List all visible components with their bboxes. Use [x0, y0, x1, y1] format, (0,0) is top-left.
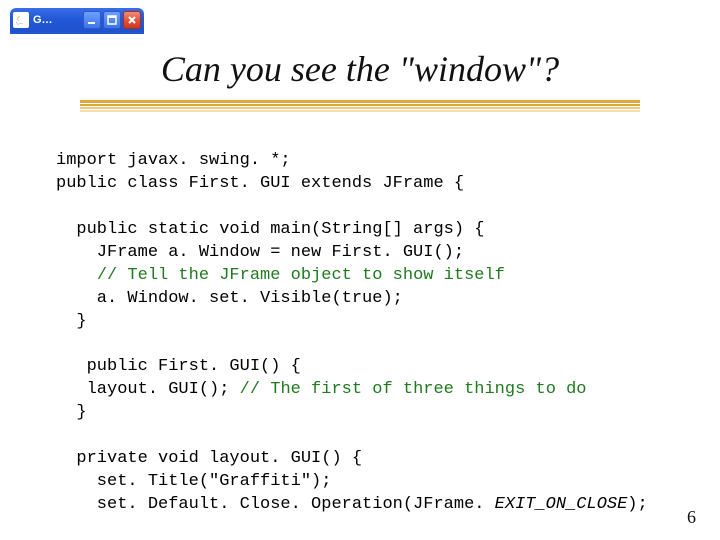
code-line: );	[627, 495, 647, 514]
java-icon	[13, 12, 29, 28]
code-line: }	[56, 403, 87, 422]
code-line: layout. GUI();	[56, 380, 240, 399]
window-title: G…	[33, 14, 83, 26]
code-line: a. Window. set. Visible(true);	[56, 289, 403, 308]
close-button[interactable]	[123, 11, 141, 29]
code-comment: // Tell the JFrame object to show itself	[97, 266, 505, 285]
code-line: public First. GUI() {	[56, 357, 301, 376]
code-line: set. Default. Close. Operation(JFrame.	[56, 495, 495, 514]
code-line: private void layout. GUI() {	[56, 449, 362, 468]
minimize-button[interactable]	[83, 11, 101, 29]
code-constant: EXIT_ON_CLOSE	[495, 495, 628, 514]
code-comment: // The first of three things to do	[240, 380, 587, 399]
title-underline	[80, 100, 640, 114]
slide-title: Can you see the "window"?	[0, 48, 720, 90]
code-line: set. Title("Graffiti");	[56, 472, 331, 491]
window-controls	[83, 11, 141, 29]
code-line: import javax. swing. *;	[56, 151, 291, 170]
slide-number: 6	[687, 507, 696, 528]
code-line: }	[56, 312, 87, 331]
window-body-border	[10, 32, 144, 34]
code-line: public class First. GUI extends JFrame {	[56, 174, 464, 193]
window-titlebar: G…	[10, 8, 144, 32]
code-block: import javax. swing. *; public class Fir…	[56, 150, 648, 517]
code-line: public static void main(String[] args) {	[56, 220, 484, 239]
maximize-button[interactable]	[103, 11, 121, 29]
code-line	[56, 266, 97, 285]
code-line: JFrame a. Window = new First. GUI();	[56, 243, 464, 262]
